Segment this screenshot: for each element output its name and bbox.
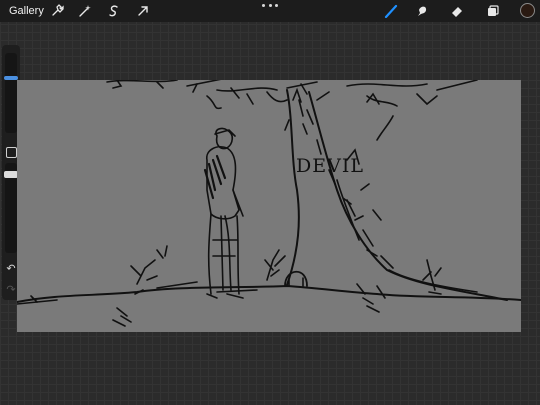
layers-icon[interactable] bbox=[485, 3, 501, 19]
transform-arrow-icon[interactable] bbox=[135, 3, 151, 19]
devil-carving: DEVIL bbox=[296, 155, 364, 177]
magic-wand-icon[interactable] bbox=[77, 3, 93, 19]
selection-icon[interactable] bbox=[106, 3, 122, 19]
drawing-canvas[interactable]: DEVIL bbox=[17, 80, 521, 332]
more-options-icon[interactable] bbox=[262, 1, 278, 9]
brush-size-slider[interactable] bbox=[4, 53, 18, 133]
opacity-slider[interactable] bbox=[4, 163, 18, 253]
brush-size-thumb[interactable] bbox=[4, 76, 18, 80]
smudge-icon[interactable] bbox=[414, 3, 430, 19]
opacity-thumb[interactable] bbox=[4, 171, 18, 178]
gallery-button[interactable]: Gallery bbox=[9, 3, 44, 19]
top-toolbar: Gallery bbox=[0, 0, 540, 22]
color-picker-swatch[interactable] bbox=[520, 3, 535, 18]
wrench-icon[interactable] bbox=[49, 3, 65, 19]
redo-icon[interactable]: ↷ bbox=[4, 283, 18, 297]
eraser-icon[interactable] bbox=[449, 3, 465, 19]
modify-button[interactable] bbox=[6, 147, 17, 158]
brush-icon[interactable] bbox=[383, 3, 399, 19]
undo-icon[interactable]: ↶ bbox=[4, 262, 18, 276]
sketch-artwork: DEVIL bbox=[17, 80, 521, 327]
